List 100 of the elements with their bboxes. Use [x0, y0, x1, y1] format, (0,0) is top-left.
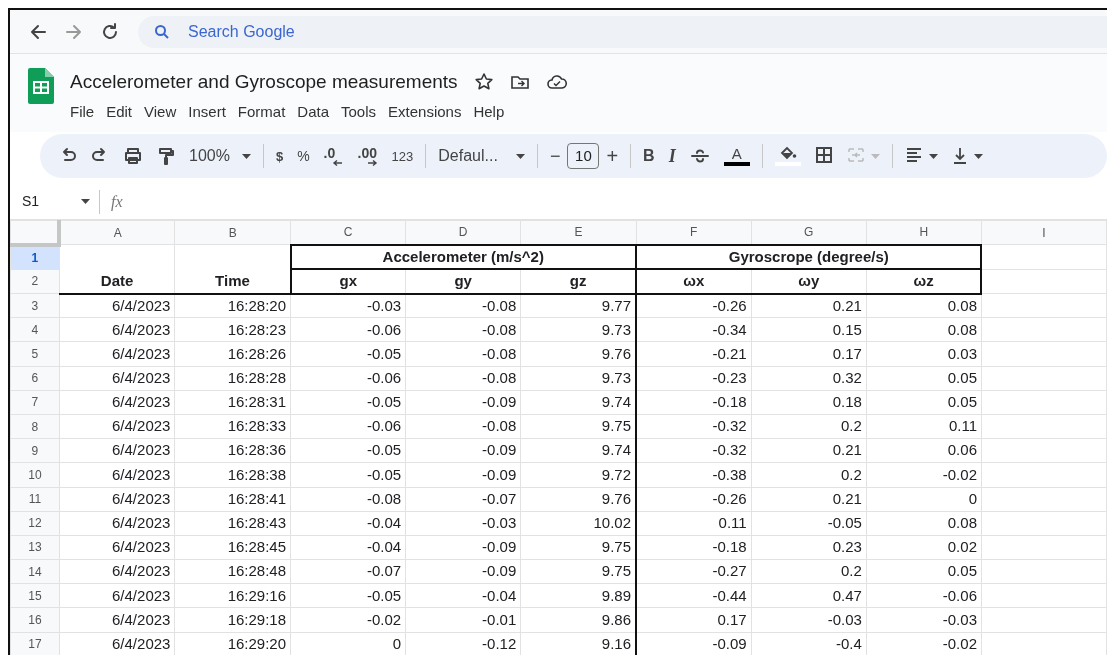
- percent-format-button[interactable]: %: [290, 149, 317, 163]
- table-cell: 9.89: [520, 583, 637, 608]
- table-cell: 0.18: [751, 390, 867, 415]
- table-cell: -0.32: [636, 414, 752, 439]
- caret-icon: [515, 153, 525, 159]
- table-cell: 0.08: [866, 293, 982, 318]
- column-header[interactable]: A: [59, 220, 175, 245]
- row-header[interactable]: 16: [10, 607, 60, 633]
- table-cell: 0.05: [866, 390, 982, 415]
- table-cell: 16:28:28: [174, 366, 291, 391]
- column-header[interactable]: C: [290, 220, 406, 245]
- font-size-field[interactable]: 10: [567, 143, 600, 169]
- number-format-button[interactable]: 123: [384, 149, 421, 163]
- row-header[interactable]: 15: [10, 583, 60, 608]
- table-cell: -0.09: [405, 535, 521, 560]
- row-header[interactable]: 6: [10, 366, 60, 391]
- table-cell: 0.17: [751, 341, 867, 367]
- spreadsheet-logo-icon[interactable]: [28, 68, 54, 104]
- menu-item[interactable]: Edit: [100, 100, 139, 123]
- text-color-button[interactable]: A: [716, 146, 757, 166]
- table-cell: 16:28:43: [174, 511, 291, 536]
- row-header[interactable]: 17: [10, 632, 60, 655]
- table-cell: 0.08: [866, 317, 982, 342]
- column-header[interactable]: B: [174, 220, 291, 245]
- table-cell: -0.02: [290, 607, 406, 633]
- table-cell: -0.27: [636, 559, 752, 584]
- increase-decimal-button[interactable]: .00: [350, 146, 385, 166]
- decrease-font-size-button[interactable]: −: [542, 147, 568, 165]
- increase-font-size-button[interactable]: +: [599, 146, 626, 166]
- row-header[interactable]: 7: [10, 390, 60, 415]
- table-cell: -0.18: [636, 535, 752, 560]
- table-cell: 0.11: [866, 414, 982, 439]
- row-header[interactable]: 8: [10, 414, 60, 439]
- table-cell: 6/4/2023: [59, 341, 175, 367]
- table-cell: 6/4/2023: [59, 366, 175, 391]
- table-cell: -0.08: [405, 341, 521, 367]
- table-cell: 6/4/2023: [59, 390, 175, 415]
- table-cell: 6/4/2023: [59, 535, 175, 560]
- menu-item[interactable]: Help: [467, 100, 511, 123]
- row-header[interactable]: 3: [10, 293, 60, 318]
- printer-icon: [123, 146, 143, 166]
- zoom-dropdown[interactable]: 100%: [182, 148, 258, 164]
- menu-item[interactable]: Data: [291, 100, 335, 123]
- table-cell: 16:29:16: [174, 583, 291, 608]
- table-cell: 9.73: [520, 366, 637, 391]
- row-header[interactable]: 2: [10, 269, 60, 294]
- function-label: fx: [111, 191, 123, 213]
- table-cell: 0.21: [751, 293, 867, 318]
- table-cell: -0.06: [290, 317, 406, 342]
- column-header[interactable]: I: [981, 220, 1107, 245]
- search-field[interactable]: Search Google: [138, 15, 1107, 48]
- search-icon: [154, 23, 170, 40]
- table-cell: -0.08: [290, 487, 406, 512]
- caret-icon: [928, 153, 938, 159]
- menu-item[interactable]: Tools: [335, 100, 383, 123]
- row-header[interactable]: 9: [10, 438, 60, 463]
- table-cell: 9.75: [520, 559, 637, 584]
- decimal-label: .00: [357, 146, 378, 160]
- row-header[interactable]: 4: [10, 317, 60, 342]
- table-cell: 9.73: [520, 317, 637, 342]
- table-cell: 16:28:48: [174, 559, 291, 584]
- document-title[interactable]: Accelerometer and Gyroscope measurements: [70, 68, 458, 97]
- column-header[interactable]: E: [520, 220, 637, 245]
- column-header[interactable]: F: [636, 220, 752, 245]
- row-header[interactable]: 14: [10, 559, 60, 584]
- table-cell: 9.75: [520, 535, 637, 560]
- table-cell: 9.74: [520, 438, 637, 463]
- column-header[interactable]: G: [751, 220, 867, 245]
- font-dropdown[interactable]: Defaul...: [431, 148, 532, 164]
- italic-button[interactable]: I: [661, 147, 683, 165]
- table-cell: ωy: [751, 269, 867, 294]
- table-cell: 0.2: [751, 414, 867, 439]
- column-header[interactable]: H: [866, 220, 982, 245]
- currency-format-button[interactable]: $: [268, 149, 291, 163]
- decrease-decimal-button[interactable]: .0: [316, 146, 351, 166]
- row-header[interactable]: 5: [10, 341, 60, 367]
- table-cell: 0.2: [751, 462, 867, 487]
- table-cell: 6/4/2023: [59, 438, 175, 463]
- table-cell: -0.03: [751, 607, 867, 633]
- menu-item[interactable]: View: [138, 100, 183, 123]
- table-cell: -0.05: [290, 390, 406, 415]
- row-header[interactable]: 11: [10, 487, 60, 512]
- table-cell: -0.08: [405, 366, 521, 391]
- menu-item[interactable]: File: [64, 100, 101, 123]
- row-header[interactable]: 10: [10, 462, 60, 487]
- menu-item[interactable]: Format: [231, 100, 292, 123]
- table-cell: 9.76: [520, 487, 637, 512]
- table-cell: -0.07: [290, 559, 406, 584]
- bold-button[interactable]: B: [636, 148, 662, 164]
- cell-reference-field[interactable]: S1: [22, 191, 94, 212]
- column-header[interactable]: D: [405, 220, 521, 245]
- table-cell: 16:28:38: [174, 462, 291, 487]
- menu-item[interactable]: Insert: [182, 100, 232, 123]
- table-cell: 0.2: [751, 559, 867, 584]
- menu-item[interactable]: Extensions: [382, 100, 468, 123]
- row-header[interactable]: 12: [10, 511, 60, 536]
- table-cell: -0.05: [290, 462, 406, 487]
- row-header[interactable]: 13: [10, 535, 60, 560]
- table-cell: -0.32: [636, 438, 752, 463]
- table-cell: 16:28:33: [174, 414, 291, 439]
